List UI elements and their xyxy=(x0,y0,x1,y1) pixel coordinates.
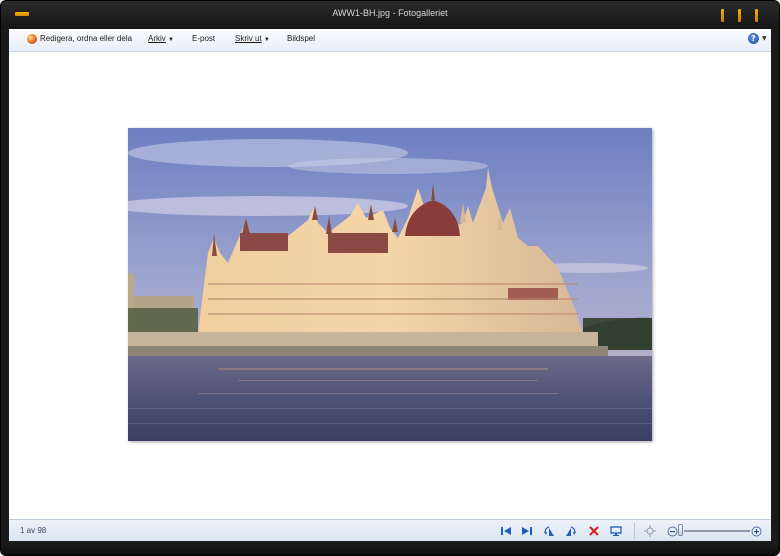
previous-button[interactable] xyxy=(499,524,513,538)
print-menu-button[interactable]: Skriv ut ▼ xyxy=(235,34,270,43)
status-bar: 1 av 98 xyxy=(9,519,771,542)
zoom-out-icon xyxy=(667,526,677,536)
rotate-left-icon xyxy=(544,526,554,536)
zoom-slider-track[interactable] xyxy=(684,530,750,532)
rotate-left-button[interactable] xyxy=(542,524,556,538)
image-viewer-area xyxy=(9,52,771,519)
parliament-photo-illustration xyxy=(128,128,652,441)
delete-button[interactable] xyxy=(587,524,601,538)
actual-size-button[interactable] xyxy=(643,524,657,538)
zoom-in-button[interactable] xyxy=(749,524,763,538)
command-bar: Redigera, ordna eller dela Arkiv ▼ E-pos… xyxy=(9,29,771,52)
file-menu-label: Arkiv xyxy=(148,34,166,43)
email-button[interactable]: E-post xyxy=(192,34,215,43)
rotate-right-button[interactable] xyxy=(564,524,578,538)
displayed-photo[interactable] xyxy=(128,128,652,441)
previous-icon xyxy=(501,527,511,535)
help-icon[interactable]: ? xyxy=(748,33,759,44)
delete-icon xyxy=(589,526,599,536)
next-button[interactable] xyxy=(520,524,534,538)
maximize-button[interactable] xyxy=(738,9,741,22)
actual-size-icon xyxy=(644,525,656,537)
window-frame-bottom xyxy=(1,541,779,555)
chevron-down-icon: ▼ xyxy=(168,37,174,43)
window-title: AWW1-BH.jpg - Fotogalleriet xyxy=(332,8,448,18)
file-menu-button[interactable]: Arkiv ▼ xyxy=(148,34,174,43)
zoom-slider-thumb[interactable] xyxy=(678,524,683,536)
edit-organize-share-button[interactable]: Redigera, ordna eller dela xyxy=(40,34,132,43)
gallery-icon xyxy=(27,34,37,44)
close-button[interactable] xyxy=(755,9,758,22)
photo-gallery-window: AWW1-BH.jpg - Fotogalleriet Redigera, or… xyxy=(0,0,780,556)
slideshow-icon xyxy=(610,526,622,536)
image-counter: 1 av 98 xyxy=(20,526,47,535)
next-icon xyxy=(522,527,532,535)
zoom-in-icon xyxy=(751,526,761,536)
title-bar: AWW1-BH.jpg - Fotogalleriet xyxy=(1,1,779,29)
minimize-button[interactable] xyxy=(721,9,724,22)
chevron-down-icon: ▼ xyxy=(263,37,270,43)
chevron-down-icon[interactable]: ▼ xyxy=(762,35,767,42)
zoom-out-button[interactable] xyxy=(665,524,679,538)
slideshow-button[interactable]: Bildspel xyxy=(287,34,315,43)
slideshow-play-button[interactable] xyxy=(609,524,623,538)
divider xyxy=(634,523,635,539)
print-menu-label: Skriv ut xyxy=(235,34,262,43)
rotate-right-icon xyxy=(566,526,576,536)
